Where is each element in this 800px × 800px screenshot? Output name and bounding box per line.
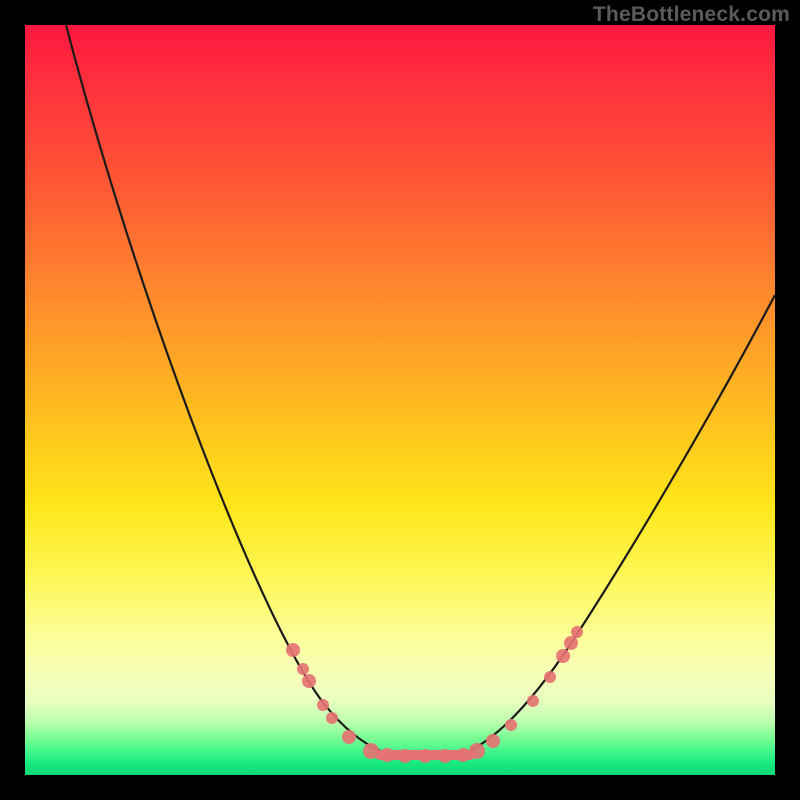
- data-dots: [286, 626, 583, 763]
- data-dot: [564, 636, 578, 650]
- data-dot: [505, 719, 517, 731]
- data-dot: [527, 695, 539, 707]
- data-dot: [486, 734, 500, 748]
- data-dot: [342, 730, 356, 744]
- data-dot: [469, 743, 485, 759]
- data-dot: [317, 699, 329, 711]
- data-dot: [456, 748, 470, 762]
- data-dot: [398, 749, 412, 763]
- data-dot: [571, 626, 583, 638]
- data-dot: [363, 743, 379, 759]
- curve-right: [465, 295, 775, 753]
- attribution-label: TheBottleneck.com: [593, 3, 790, 27]
- data-dot: [418, 749, 432, 763]
- data-dot: [380, 748, 394, 762]
- data-dot: [302, 674, 316, 688]
- data-dot: [556, 649, 570, 663]
- data-dot: [438, 749, 452, 763]
- data-dot: [286, 643, 300, 657]
- data-dot: [544, 671, 556, 683]
- chart-svg: [25, 25, 775, 775]
- data-dot: [297, 663, 309, 675]
- chart-frame: TheBottleneck.com: [0, 0, 800, 800]
- data-dot: [326, 712, 338, 724]
- plot-area: [25, 25, 775, 775]
- curve-left: [66, 25, 385, 753]
